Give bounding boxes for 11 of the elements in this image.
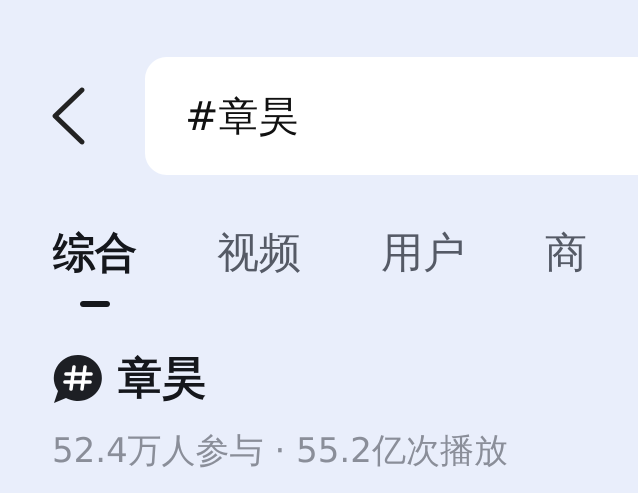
search-text: #章昊 [185,92,299,142]
hashtag-icon [52,354,104,404]
tab[interactable]: 综合 [53,227,137,279]
search-field[interactable]: #章昊 [145,57,638,175]
back-icon[interactable] [50,87,86,145]
tab[interactable]: 用户 [381,227,465,279]
tab-indicator [80,301,110,307]
tab[interactable]: 商 [545,227,587,279]
topic-stats: 52.4万人参与 · 55.2亿次播放 [52,430,509,473]
topic-title: 章昊 [118,352,206,406]
tab[interactable]: 视频 [217,227,301,279]
